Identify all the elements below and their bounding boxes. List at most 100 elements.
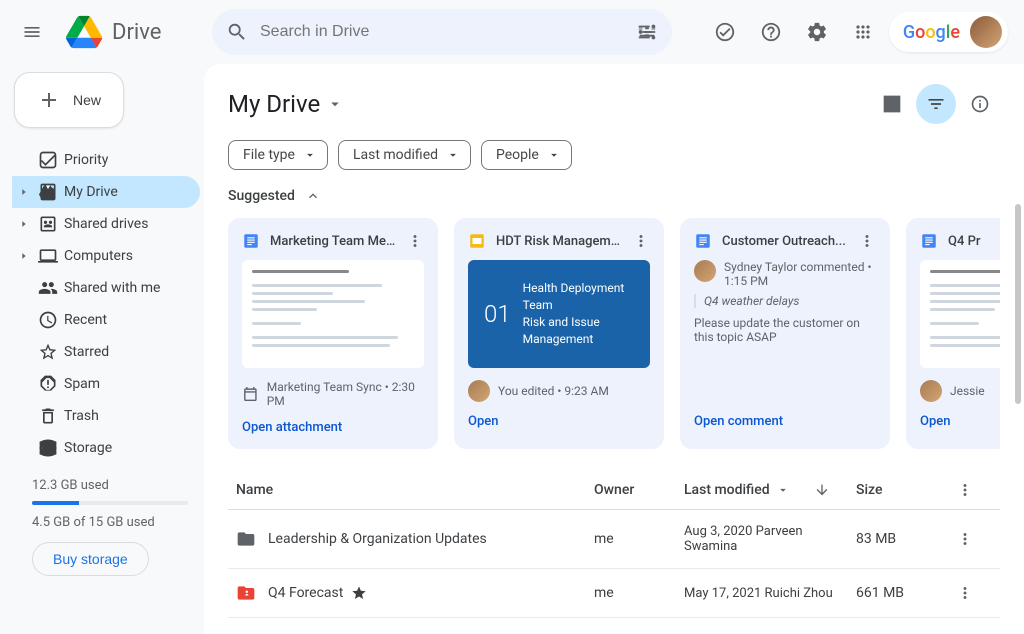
main-content: My Drive File type Last modified People Su… bbox=[204, 64, 1024, 634]
nav-item-mydrive[interactable]: My Drive bbox=[12, 176, 200, 208]
table-row[interactable]: Meeting NotesmeDec 7, 2021 Manuel Corral… bbox=[228, 618, 1000, 634]
col-size-header[interactable]: Size bbox=[856, 482, 956, 498]
nav-label: Spam bbox=[64, 376, 100, 392]
nav-item-computers[interactable]: Computers bbox=[12, 240, 200, 272]
card-action-link[interactable]: Open bbox=[468, 414, 650, 429]
suggested-card[interactable]: HDT Risk Management 01Health Deployment T… bbox=[454, 218, 664, 449]
file-size: 661 MB bbox=[856, 585, 956, 601]
card-action-link[interactable]: Open bbox=[920, 414, 1000, 429]
more-vert-icon[interactable] bbox=[632, 232, 650, 250]
suggested-card[interactable]: Q4 PrJessieOpen bbox=[906, 218, 1000, 449]
settings-button[interactable] bbox=[797, 12, 837, 52]
file-modified: Aug 3, 2020 Parveen Swamina bbox=[684, 524, 856, 554]
chip-people[interactable]: People bbox=[481, 140, 572, 170]
nav-item-spam[interactable]: Spam bbox=[12, 368, 200, 400]
dropdown-icon bbox=[547, 148, 561, 162]
view-details-button[interactable] bbox=[960, 84, 1000, 124]
chip-file-type[interactable]: File type bbox=[228, 140, 328, 170]
arrow-down-icon[interactable] bbox=[814, 482, 830, 498]
file-modified: May 17, 2021 Ruichi Zhou bbox=[684, 586, 856, 601]
filter-icon bbox=[926, 94, 946, 114]
header-right: Google bbox=[705, 12, 1016, 52]
nav-item-priority[interactable]: Priority bbox=[12, 144, 200, 176]
star-icon bbox=[351, 585, 367, 601]
folder-icon bbox=[232, 583, 268, 603]
card-action-link[interactable]: Open attachment bbox=[242, 420, 424, 435]
table-header: Name Owner Last modified Size bbox=[228, 469, 1000, 510]
more-vert-icon[interactable] bbox=[956, 584, 974, 602]
table-row[interactable]: Leadership & Organization UpdatesmeAug 3… bbox=[228, 510, 1000, 569]
chevron-right-icon bbox=[19, 251, 29, 261]
file-name: Q4 Forecast bbox=[268, 585, 343, 601]
breadcrumb[interactable]: My Drive bbox=[228, 90, 344, 118]
nav-label: Shared with me bbox=[64, 280, 160, 296]
scrollbar-thumb[interactable] bbox=[1015, 204, 1021, 404]
apps-button[interactable] bbox=[843, 12, 883, 52]
help-button[interactable] bbox=[751, 12, 791, 52]
buy-storage-button[interactable]: Buy storage bbox=[32, 542, 149, 576]
card-preview: 01Health Deployment TeamRisk and Issue M… bbox=[468, 260, 650, 368]
new-button[interactable]: New bbox=[14, 72, 124, 128]
card-title: Marketing Team Meetin... bbox=[270, 234, 396, 249]
apps-grid-icon bbox=[853, 22, 873, 42]
docs-icon bbox=[242, 232, 260, 250]
nav-item-starred[interactable]: Starred bbox=[12, 336, 200, 368]
nav-item-trash[interactable]: Trash bbox=[12, 400, 200, 432]
col-menu-header[interactable] bbox=[956, 481, 996, 499]
chevron-right-icon bbox=[19, 219, 29, 229]
docs-icon bbox=[920, 232, 938, 250]
search-bar[interactable] bbox=[212, 9, 672, 55]
priority-icon bbox=[36, 150, 60, 170]
card-title: HDT Risk Management bbox=[496, 234, 622, 249]
view-grid-button[interactable] bbox=[872, 84, 912, 124]
chip-label: Last modified bbox=[353, 147, 438, 163]
card-title: Customer Outreach... bbox=[722, 234, 848, 249]
dropdown-icon bbox=[776, 483, 790, 497]
nav-item-shared-with-me[interactable]: Shared with me bbox=[12, 272, 200, 304]
nav-item-recent[interactable]: Recent bbox=[12, 304, 200, 336]
table-row[interactable]: Q4 ForecastmeMay 17, 2021 Ruichi Zhou661… bbox=[228, 569, 1000, 618]
nav-label: Recent bbox=[64, 312, 107, 328]
view-filter-button[interactable] bbox=[916, 84, 956, 124]
col-name-header[interactable]: Name bbox=[232, 482, 594, 498]
breadcrumb-label: My Drive bbox=[228, 90, 320, 118]
google-logo-text: Google bbox=[903, 22, 960, 43]
mydrive-icon bbox=[36, 182, 60, 202]
search-icon bbox=[226, 21, 248, 43]
nav-label: Storage bbox=[64, 440, 112, 456]
dropdown-icon bbox=[303, 148, 317, 162]
more-vert-icon[interactable] bbox=[406, 232, 424, 250]
recent-icon bbox=[36, 310, 60, 330]
storage-section: 12.3 GB used 4.5 GB of 15 GB used Buy st… bbox=[12, 478, 200, 576]
nav-label: My Drive bbox=[64, 184, 118, 200]
card-meta: Marketing Team Sync • 2:30 PM bbox=[242, 380, 424, 408]
drive-text: Drive bbox=[112, 20, 161, 45]
spam-icon bbox=[36, 374, 60, 394]
suggested-label: Suggested bbox=[228, 188, 295, 204]
suggested-card[interactable]: Customer Outreach...Sydney Taylor commen… bbox=[680, 218, 890, 449]
col-modified-header[interactable]: Last modified bbox=[684, 482, 856, 498]
trash-icon bbox=[36, 406, 60, 426]
nav-item-storage[interactable]: Storage bbox=[12, 432, 200, 464]
user-avatar[interactable] bbox=[970, 16, 1002, 48]
more-vert-icon[interactable] bbox=[956, 530, 974, 548]
nav-item-shared-drives[interactable]: Shared drives bbox=[12, 208, 200, 240]
nav-label: Shared drives bbox=[64, 216, 148, 232]
suggested-card[interactable]: Marketing Team Meetin... Marketing Team S… bbox=[228, 218, 438, 449]
menu-button[interactable] bbox=[8, 8, 56, 56]
storage-detail-text: 4.5 GB of 15 GB used bbox=[32, 515, 188, 530]
more-vert-icon[interactable] bbox=[858, 232, 876, 250]
offline-ready-button[interactable] bbox=[705, 12, 745, 52]
account-pill[interactable]: Google bbox=[889, 12, 1008, 52]
chip-label: File type bbox=[243, 147, 295, 163]
col-owner-header[interactable]: Owner bbox=[594, 482, 684, 498]
suggested-header[interactable]: Suggested bbox=[228, 188, 1000, 204]
gear-icon bbox=[806, 21, 828, 43]
search-input[interactable] bbox=[260, 23, 624, 41]
logo-area[interactable]: Drive bbox=[64, 12, 204, 52]
search-options-icon[interactable] bbox=[636, 21, 658, 43]
nav-label: Priority bbox=[64, 152, 108, 168]
chip-last-modified[interactable]: Last modified bbox=[338, 140, 471, 170]
card-action-link[interactable]: Open comment bbox=[694, 414, 876, 429]
editor-avatar-icon bbox=[920, 380, 942, 402]
